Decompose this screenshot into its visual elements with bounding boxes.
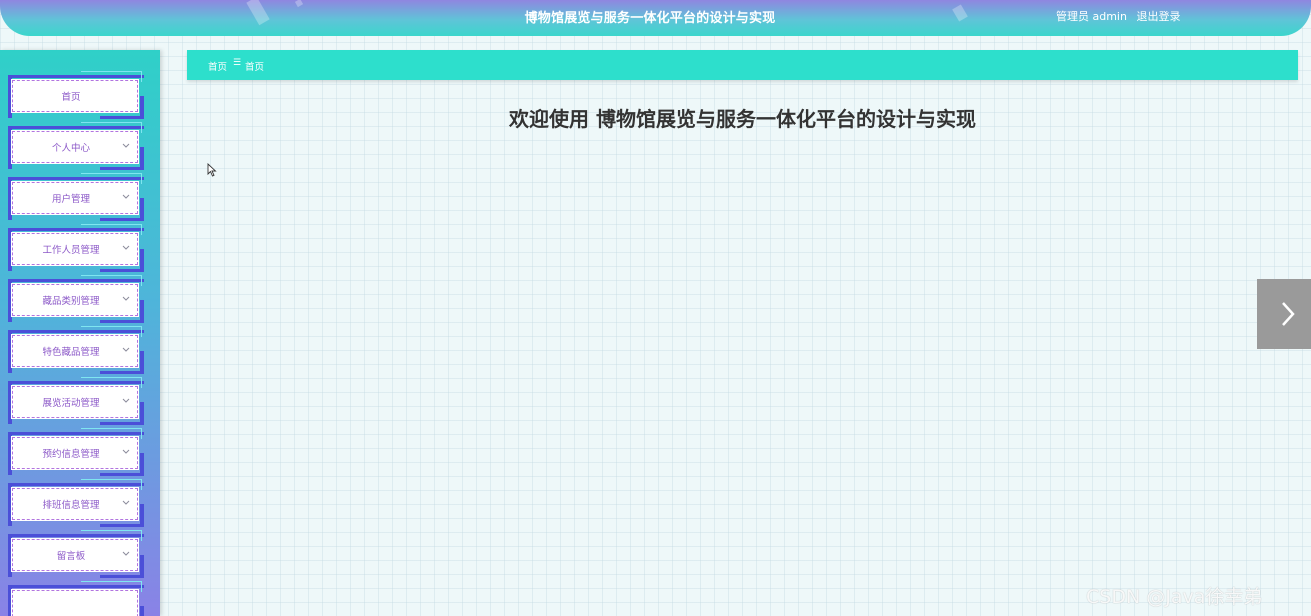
breadcrumb: 首页 ☰ 首页 bbox=[187, 50, 1298, 80]
sidebar-item[interactable]: 用户管理 bbox=[8, 173, 144, 221]
menu-item-box: 用户管理 bbox=[11, 181, 139, 215]
sidebar-item-label: 排班信息管理 bbox=[42, 500, 100, 511]
top-header: 博物馆展览与服务一体化平台的设计与实现 管理员 admin 退出登录 bbox=[0, 0, 1311, 36]
sidebar-item-label: 用户管理 bbox=[51, 194, 90, 205]
sidebar-item-label: 特色藏品管理 bbox=[42, 347, 100, 358]
sidebar-item-label: 个人中心 bbox=[51, 143, 90, 154]
sidebar-item-label: 藏品类别管理 bbox=[42, 296, 100, 307]
chevron-down-icon bbox=[122, 296, 130, 301]
sidebar-item[interactable]: 排班信息管理 bbox=[8, 479, 144, 527]
breadcrumb-home[interactable]: 首页 bbox=[208, 59, 227, 73]
sidebar-item[interactable]: 特色藏品管理 bbox=[8, 326, 144, 374]
chevron-down-icon bbox=[122, 347, 130, 352]
chevron-right-icon bbox=[1282, 302, 1295, 326]
next-slide-button[interactable] bbox=[1257, 279, 1311, 349]
mouse-cursor-icon bbox=[207, 163, 217, 177]
sidebar-item[interactable]: 预约信息管理 bbox=[8, 428, 144, 476]
chevron-down-icon bbox=[122, 551, 130, 556]
user-area: 管理员 admin 退出登录 bbox=[1056, 8, 1186, 24]
menu-item-box: 工作人员管理 bbox=[11, 232, 139, 266]
sidebar-item[interactable]: 留言板 bbox=[8, 530, 144, 578]
sidebar-item[interactable]: 藏品类别管理 bbox=[8, 275, 144, 323]
menu-item-box: 藏品类别管理 bbox=[11, 283, 139, 317]
sidebar-item-label: 工作人员管理 bbox=[42, 245, 100, 256]
menu-item-box: 展览活动管理 bbox=[11, 385, 139, 419]
menu-item-box: 预约信息管理 bbox=[11, 436, 139, 470]
chevron-down-icon bbox=[122, 143, 130, 148]
sidebar-item[interactable] bbox=[8, 581, 144, 616]
sidebar-item[interactable]: 首页 bbox=[8, 71, 144, 119]
breadcrumb-current[interactable]: 首页 bbox=[245, 59, 264, 73]
chevron-down-icon bbox=[122, 500, 130, 505]
sidebar-item[interactable]: 展览活动管理 bbox=[8, 377, 144, 425]
sidebar-item[interactable]: 个人中心 bbox=[8, 122, 144, 170]
menu-item-box bbox=[11, 589, 139, 616]
sidebar-item-label: 首页 bbox=[61, 92, 81, 103]
sidebar-item[interactable]: 工作人员管理 bbox=[8, 224, 144, 272]
chevron-down-icon bbox=[122, 194, 130, 199]
menu-item-box: 个人中心 bbox=[11, 130, 139, 164]
sidebar-item-label: 预约信息管理 bbox=[42, 449, 100, 460]
user-role-label: 管理员 admin bbox=[1056, 10, 1127, 23]
menu-item-box: 排班信息管理 bbox=[11, 487, 139, 521]
menu-item-box: 留言板 bbox=[11, 538, 139, 572]
sidebar-item-label: 留言板 bbox=[56, 551, 86, 562]
csdn-watermark: CSDN @Java徐幸弟 bbox=[1086, 586, 1263, 608]
logout-link[interactable]: 退出登录 bbox=[1136, 10, 1180, 23]
breadcrumb-separator-icon: ☰ bbox=[233, 58, 242, 68]
sidebar-menu: 首页个人中心用户管理工作人员管理 藏品类别管理 特色藏品管理 展览活动管理 预约信息管理… bbox=[0, 50, 160, 616]
page-background bbox=[0, 0, 1311, 616]
sidebar-item-label: 展览活动管理 bbox=[42, 398, 100, 409]
menu-item-box: 特色藏品管理 bbox=[11, 334, 139, 368]
welcome-heading: 欢迎使用 博物馆展览与服务一体化平台的设计与实现 bbox=[509, 107, 976, 131]
chevron-down-icon bbox=[122, 245, 130, 250]
chevron-down-icon bbox=[122, 449, 130, 454]
menu-item-box: 首页 bbox=[11, 79, 139, 113]
chevron-down-icon bbox=[122, 398, 130, 403]
